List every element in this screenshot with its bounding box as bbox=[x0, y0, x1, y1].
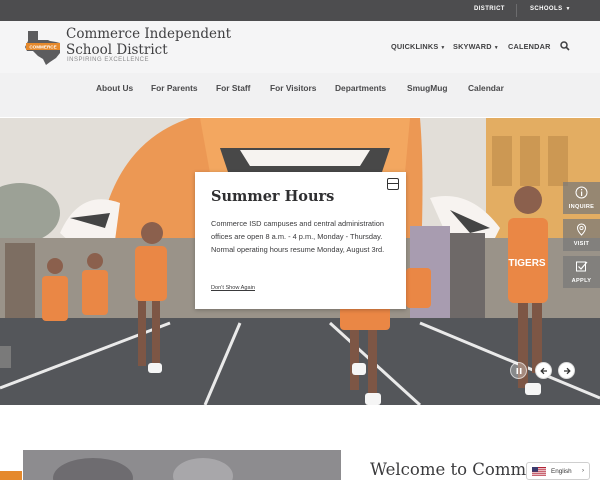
modal-body: Commerce ISD campuses and central admini… bbox=[211, 219, 385, 254]
pause-icon bbox=[516, 368, 522, 374]
main-navigation: About Us For Parents For Staff For Visit… bbox=[0, 73, 600, 117]
chevron-down-icon: ▼ bbox=[440, 45, 446, 51]
inquire-button[interactable]: INQUIRE bbox=[563, 182, 600, 214]
schools-label: SCHOOLS bbox=[530, 6, 563, 12]
previous-slide-button[interactable] bbox=[535, 362, 552, 379]
visit-label: VISIT bbox=[573, 241, 590, 247]
visit-button[interactable]: VISIT bbox=[563, 219, 600, 251]
nav-item-about-us[interactable]: About Us bbox=[96, 83, 133, 93]
chevron-down-icon: ▼ bbox=[565, 6, 571, 12]
nav-item-for-visitors[interactable]: For Visitors bbox=[270, 83, 316, 93]
nav-item-calendar[interactable]: Calendar bbox=[468, 83, 504, 93]
close-icon[interactable] bbox=[387, 178, 399, 190]
welcome-section: Welcome to Commerce English › bbox=[0, 405, 600, 480]
welcome-photo bbox=[23, 450, 341, 480]
chevron-right-icon: › bbox=[582, 468, 584, 474]
district-logo[interactable]: COMMERCE bbox=[24, 29, 62, 65]
arrow-right-icon bbox=[564, 367, 571, 375]
left-side-tab[interactable] bbox=[0, 346, 11, 368]
dont-show-again-link[interactable]: Don't Show Again bbox=[211, 285, 255, 291]
pause-button[interactable] bbox=[510, 362, 527, 379]
accent-strip bbox=[0, 471, 22, 480]
us-flag-icon bbox=[532, 467, 546, 476]
inquire-label: INQUIRE bbox=[568, 204, 595, 210]
district-link[interactable]: DISTRICT bbox=[474, 6, 505, 12]
language-label: English bbox=[551, 468, 572, 475]
quicklinks-dropdown[interactable]: QUICKLINKS ▼ bbox=[391, 42, 446, 51]
divider bbox=[516, 4, 517, 17]
search-icon[interactable] bbox=[560, 41, 570, 51]
site-name[interactable]: Commerce Independent School District bbox=[66, 26, 276, 58]
chevron-down-icon: ▼ bbox=[493, 45, 499, 51]
nav-item-for-parents[interactable]: For Parents bbox=[151, 83, 198, 93]
modal-title: Summer Hours bbox=[211, 188, 335, 205]
site-header: COMMERCE Commerce Independent School Dis… bbox=[0, 21, 600, 73]
checkbox-icon bbox=[576, 261, 588, 272]
arrow-left-icon bbox=[540, 367, 547, 375]
quicklinks-label: QUICKLINKS bbox=[391, 42, 439, 51]
info-icon bbox=[575, 186, 588, 199]
logo-text: COMMERCE bbox=[29, 45, 56, 50]
calendar-link[interactable]: CALENDAR bbox=[508, 42, 551, 51]
site-tagline: INSPIRING EXCELLENCE bbox=[67, 57, 150, 63]
nav-item-departments[interactable]: Departments bbox=[335, 83, 386, 93]
summer-hours-modal: Summer Hours Commerce ISD campuses and c… bbox=[195, 172, 406, 309]
nav-item-smugmug[interactable]: SmugMug bbox=[407, 83, 447, 93]
apply-label: APPLY bbox=[571, 278, 592, 284]
skyward-dropdown[interactable]: SKYWARD ▼ bbox=[453, 42, 499, 51]
next-slide-button[interactable] bbox=[558, 362, 575, 379]
location-pin-icon bbox=[576, 223, 587, 236]
language-selector[interactable]: English › bbox=[526, 462, 590, 480]
nav-item-for-staff[interactable]: For Staff bbox=[216, 83, 250, 93]
utility-bar: DISTRICT SCHOOLS ▼ bbox=[0, 0, 600, 21]
welcome-photo-graphic bbox=[23, 450, 341, 480]
apply-button[interactable]: APPLY bbox=[563, 256, 600, 288]
skyward-label: SKYWARD bbox=[453, 42, 492, 51]
schools-dropdown[interactable]: SCHOOLS ▼ bbox=[530, 6, 571, 12]
